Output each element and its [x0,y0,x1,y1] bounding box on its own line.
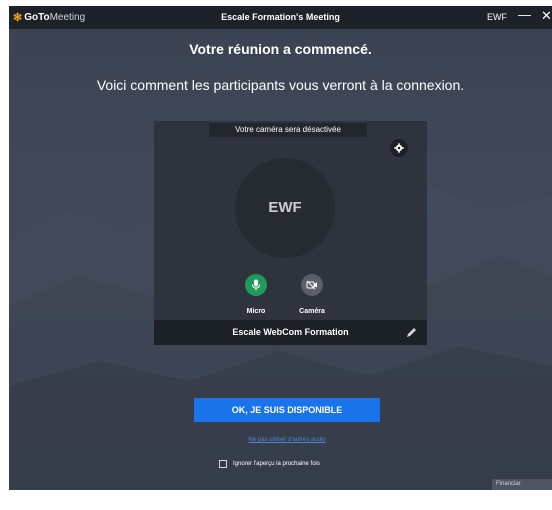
mic-label: Micro [246,308,266,315]
settings-button[interactable] [390,139,408,157]
skip-preview-checkbox[interactable] [219,460,227,468]
window-title: Escale Formation's Meeting [221,12,340,22]
close-button[interactable]: ✕ [541,8,552,24]
camera-button[interactable] [301,274,323,296]
other-audio-link[interactable]: Ne pas utiliser d'autres audio [194,437,380,443]
mic-button[interactable] [245,274,267,296]
skip-preview-label: Ignorer l'aperçu la prochaine fois [233,461,320,467]
avatar: EWF [235,158,335,258]
microphone-icon [252,279,260,291]
display-name-bar[interactable]: Escale WebCom Formation [154,320,427,345]
camera-notice: Votre caméra sera désactivée [209,123,367,137]
gear-icon [394,143,404,153]
page-subtitle: Voici comment les participants vous verr… [96,77,465,93]
user-initials[interactable]: EWF [487,12,507,22]
share-tag[interactable]: Financiar [492,479,552,490]
page-title: Votre réunion a commencé. [189,41,372,57]
minimize-button[interactable]: — [518,7,531,22]
ok-available-button[interactable]: OK, JE SUIS DISPONIBLE [194,398,380,422]
camera-off-icon [306,280,317,290]
video-preview: Votre caméra sera désactivée EWF Micro C… [154,121,427,345]
meeting-window: ✻ GoTo Meeting Escale Formation's Meetin… [9,6,552,490]
skip-preview-row[interactable]: Ignorer l'aperçu la prochaine fois [219,460,320,468]
pencil-icon[interactable] [404,326,418,340]
title-bar: ✻ GoTo Meeting Escale Formation's Meetin… [9,6,552,29]
camera-label: Caméra [299,308,325,315]
display-name: Escale WebCom Formation [232,327,349,337]
